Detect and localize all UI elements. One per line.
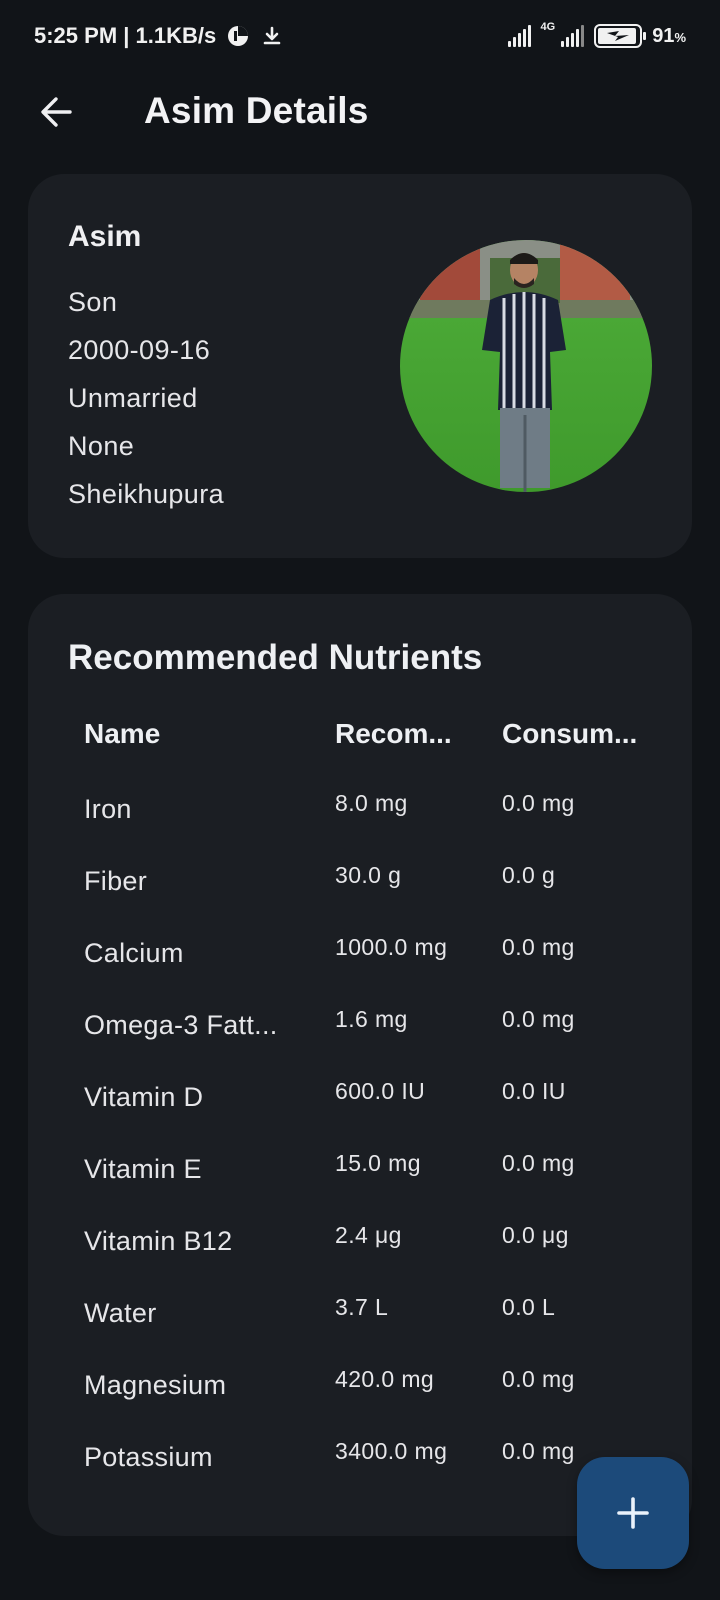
arrow-left-icon — [41, 97, 72, 127]
cell-consumed: 0.0 μg — [502, 1222, 569, 1248]
battery-percent: 91 — [652, 24, 675, 47]
avatar — [400, 240, 652, 492]
cell-consumed: 0.0 mg — [502, 934, 575, 960]
cell-name: Water — [84, 1298, 157, 1328]
status-time-speed: 5:25 PM | 1.1KB/s — [34, 23, 217, 48]
table-row: Water 3.7 L 0.0 L — [28, 1294, 692, 1370]
nutrients-title: Recommended Nutrients — [68, 638, 483, 677]
cell-name: Omega-3 Fatt... — [84, 1010, 278, 1040]
profile-name: Asim — [68, 220, 142, 253]
nutrients-card: Recommended Nutrients Name Recom... Cons… — [28, 594, 692, 1536]
cell-consumed: 0.0 L — [502, 1294, 556, 1320]
cell-recommended: 3400.0 mg — [335, 1438, 448, 1464]
cell-consumed: 0.0 mg — [502, 1438, 575, 1464]
cell-name: Iron — [84, 794, 132, 824]
cell-name: Vitamin B12 — [84, 1226, 233, 1256]
cell-recommended: 1000.0 mg — [335, 934, 448, 960]
cell-recommended: 1.6 mg — [335, 1006, 408, 1032]
cell-name: Fiber — [84, 866, 148, 896]
profile-condition: None — [68, 431, 135, 461]
status-left: 5:25 PM | 1.1KB/s — [34, 23, 284, 49]
signal-icon — [507, 25, 531, 47]
cell-consumed: 0.0 IU — [502, 1078, 566, 1104]
cell-recommended: 3.7 L — [335, 1294, 389, 1320]
table-row: Fiber 30.0 g 0.0 g — [28, 862, 692, 938]
profile-details: Son 2000-09-16 Unmarried None Sheikhupur… — [68, 285, 224, 525]
cell-consumed: 0.0 mg — [502, 1366, 575, 1392]
profile-dob: 2000-09-16 — [68, 335, 211, 365]
cell-recommended: 15.0 mg — [335, 1150, 421, 1176]
data-saver-icon — [226, 24, 250, 48]
status-right: 4G 91% — [507, 21, 686, 48]
cell-consumed: 0.0 mg — [502, 1006, 575, 1032]
battery-unit: % — [674, 29, 686, 45]
table-row: Vitamin D 600.0 IU 0.0 IU — [28, 1078, 692, 1154]
cell-name: Calcium — [84, 938, 184, 968]
cell-recommended: 2.4 μg — [335, 1222, 402, 1248]
network-type-label: 4G — [540, 21, 556, 33]
profile-marital-status: Unmarried — [68, 383, 198, 413]
back-button[interactable] — [34, 90, 78, 134]
download-icon — [260, 24, 284, 48]
profile-card: Asim Son 2000-09-16 Unmarried None Sheik… — [28, 174, 692, 558]
table-row: Omega-3 Fatt... 1.6 mg 0.0 mg — [28, 1006, 692, 1082]
app-bar: Asim Details — [0, 72, 720, 152]
cell-consumed: 0.0 g — [502, 862, 556, 888]
page-title: Asim Details — [144, 90, 369, 131]
cell-name: Potassium — [84, 1442, 213, 1472]
cell-consumed: 0.0 mg — [502, 1150, 575, 1176]
status-bar: 5:25 PM | 1.1KB/s 4G 91% — [0, 0, 720, 72]
cell-name: Magnesium — [84, 1370, 227, 1400]
cell-recommended: 30.0 g — [335, 862, 402, 888]
cell-name: Vitamin D — [84, 1082, 204, 1112]
table-row: Vitamin E 15.0 mg 0.0 mg — [28, 1150, 692, 1226]
cell-recommended: 420.0 mg — [335, 1366, 435, 1392]
table-row: Iron 8.0 mg 0.0 mg — [28, 790, 692, 866]
add-fab-button[interactable] — [577, 1457, 689, 1569]
battery-icon — [594, 24, 647, 48]
column-header-name[interactable]: Name — [84, 718, 160, 750]
profile-city: Sheikhupura — [68, 479, 225, 509]
column-header-consumed[interactable]: Consum... — [502, 718, 637, 750]
cell-recommended: 8.0 mg — [335, 790, 408, 816]
column-header-recommended[interactable]: Recom... — [335, 718, 452, 750]
table-row: Magnesium 420.0 mg 0.0 mg — [28, 1366, 692, 1442]
table-row: Vitamin B12 2.4 μg 0.0 μg — [28, 1222, 692, 1298]
cell-name: Vitamin E — [84, 1154, 202, 1184]
table-row: Calcium 1000.0 mg 0.0 mg — [28, 934, 692, 1010]
cell-recommended: 600.0 IU — [335, 1078, 426, 1104]
cell-consumed: 0.0 mg — [502, 790, 575, 816]
signal-4g-icon — [561, 25, 585, 47]
profile-relation: Son — [68, 287, 118, 317]
plus-icon — [617, 1497, 649, 1529]
